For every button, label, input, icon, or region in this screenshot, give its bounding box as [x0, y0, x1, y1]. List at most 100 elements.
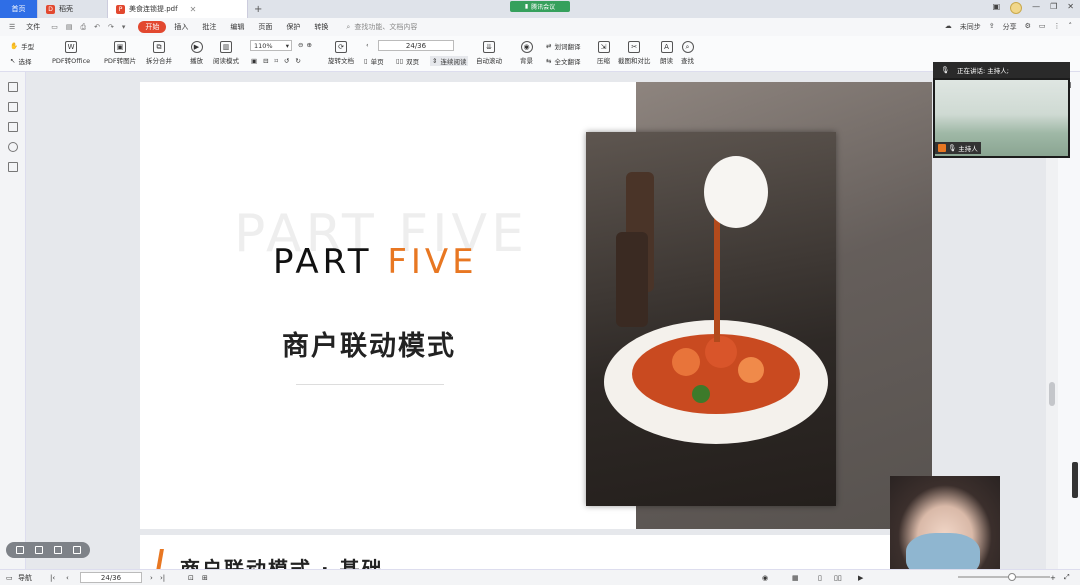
play-button[interactable]: ▶ 播放: [190, 41, 203, 65]
word-translate-button[interactable]: ⇄ 划词翻译: [546, 41, 580, 51]
open-icon[interactable]: ▭: [48, 23, 61, 31]
pdf-to-office-button[interactable]: W PDF转Office: [52, 41, 90, 65]
unsynced-button[interactable]: 未同步: [960, 22, 981, 32]
page-number-input[interactable]: 24/36: [378, 40, 454, 51]
menu-protect[interactable]: 保护: [280, 21, 306, 33]
zoom-slider[interactable]: [958, 573, 1050, 581]
more-menu-icon[interactable]: ⋮: [1054, 22, 1061, 32]
menu-file[interactable]: 文件: [20, 21, 46, 33]
play-mode-icon[interactable]: ▶: [858, 574, 863, 582]
tab-home[interactable]: 首页: [0, 0, 38, 18]
tab-document[interactable]: P 美食连锁提.pdf ✕: [108, 0, 248, 18]
float-print-icon[interactable]: [53, 546, 62, 554]
undo-icon[interactable]: ↶: [91, 23, 103, 31]
float-grid-icon[interactable]: [15, 546, 24, 554]
function-search-input[interactable]: 查找功能、文档内容: [354, 22, 417, 32]
screenshot-compare-button[interactable]: ✂ 截图和对比: [618, 41, 651, 65]
scrollbar-thumb[interactable]: [1049, 382, 1055, 406]
save-icon[interactable]: ▤: [63, 23, 76, 31]
read-aloud-icon: A: [660, 41, 673, 53]
rotate-right-icon[interactable]: ↻: [295, 57, 300, 65]
hand-tool-button[interactable]: ✋ 手型: [10, 41, 34, 51]
part-heading: PART FIVE: [273, 242, 478, 282]
eye-mode-icon[interactable]: ◉: [762, 574, 768, 582]
settings-icon[interactable]: ⚙: [1025, 22, 1031, 32]
auto-scroll-button[interactable]: ⇊ 自动滚动: [476, 41, 502, 65]
host-name: 主持人: [958, 145, 978, 153]
split-merge-label: 拆分合并: [146, 57, 172, 65]
hamburger-icon[interactable]: ☰: [6, 23, 18, 31]
double-page-button[interactable]: ▯▯ 双页: [396, 56, 419, 66]
single-page-button[interactable]: ▯ 单页: [364, 56, 384, 66]
meeting-signal-icon: ▮: [524, 3, 529, 10]
full-translate-button[interactable]: ⇆ 全文翻译: [546, 56, 580, 66]
auto-scroll-label: 自动滚动: [476, 57, 502, 65]
signature-panel-icon[interactable]: [8, 162, 18, 172]
last-page-icon[interactable]: ›|: [160, 574, 165, 582]
fit-page-icon[interactable]: ▣: [251, 57, 257, 65]
close-window-icon[interactable]: ✕: [1067, 2, 1074, 14]
close-tab-icon[interactable]: ✕: [190, 5, 197, 14]
nav-button[interactable]: 导航: [18, 573, 32, 583]
fit-width-icon[interactable]: ⊟: [263, 57, 268, 65]
find-icon: ⌕: [681, 41, 694, 53]
background-button[interactable]: ◉ 背景: [520, 41, 533, 65]
add-page-icon[interactable]: ⊞: [202, 574, 208, 582]
tab-docer[interactable]: D 稻壳: [38, 0, 108, 18]
find-button[interactable]: ⌕ 查找: [681, 41, 694, 65]
meeting-indicator[interactable]: ▮ 腾讯会议: [510, 1, 570, 12]
pdf-to-image-button[interactable]: ▣ PDF转图片: [104, 41, 136, 65]
more-icon[interactable]: ▾: [119, 23, 129, 31]
single-view-icon[interactable]: ▯: [818, 574, 822, 582]
menu-edit[interactable]: 编辑: [224, 21, 250, 33]
nav-icon[interactable]: ▭: [6, 574, 13, 582]
minimize-icon[interactable]: —: [1032, 2, 1040, 14]
status-next-icon[interactable]: ›: [150, 574, 153, 582]
new-tab-icon[interactable]: +: [248, 4, 268, 15]
thumbnail-panel-icon[interactable]: [8, 102, 18, 112]
restore-icon[interactable]: ❐: [1050, 2, 1057, 14]
float-image-icon[interactable]: [34, 546, 43, 554]
host-video-window[interactable]: 🎙 主持人: [933, 78, 1070, 158]
menu-annotate[interactable]: 批注: [196, 21, 222, 33]
zoom-slider-knob[interactable]: [1008, 573, 1016, 581]
fullscreen-expand-icon[interactable]: ⤢: [1064, 573, 1070, 582]
bookmark-panel-icon[interactable]: [8, 82, 18, 92]
compress-button[interactable]: ⇲ 压缩: [597, 41, 610, 65]
first-page-icon[interactable]: |‹: [50, 574, 55, 582]
select-tool-button[interactable]: ↖ 选择: [10, 56, 31, 66]
user-avatar[interactable]: [1010, 2, 1023, 14]
attachment-panel-icon[interactable]: [8, 142, 18, 152]
share-button[interactable]: 分享: [1003, 22, 1017, 32]
prev-page-icon[interactable]: ‹: [366, 41, 369, 49]
float-menu-icon[interactable]: [72, 546, 81, 554]
menu-page[interactable]: 页面: [252, 21, 278, 33]
fit-icon[interactable]: ⊡: [188, 574, 194, 582]
read-aloud-button[interactable]: A 朗读: [660, 41, 673, 65]
double-view-icon[interactable]: ▯▯: [834, 574, 842, 582]
rotate-doc-button[interactable]: ⟳ 旋转文档: [328, 41, 354, 65]
continuous-read-button[interactable]: ⇕ 连续阅读: [430, 56, 469, 66]
comment-panel-icon[interactable]: [8, 122, 18, 132]
menu-start[interactable]: 开始: [138, 21, 167, 33]
status-page-input[interactable]: 24/36: [80, 572, 142, 583]
zoom-in-icon[interactable]: ⊕: [306, 41, 311, 49]
redo-icon[interactable]: ↷: [105, 23, 117, 31]
rotate-left-icon[interactable]: ↺: [284, 57, 289, 65]
layout-icon[interactable]: ▣: [993, 2, 1001, 14]
status-prev-icon[interactable]: ‹: [66, 574, 69, 582]
zoom-plus-icon[interactable]: +: [1050, 574, 1056, 582]
fullscreen-icon[interactable]: ▦: [792, 574, 799, 582]
zoom-value: 110%: [254, 41, 273, 50]
split-merge-button[interactable]: ⧉ 拆分合并: [146, 41, 172, 65]
zoom-out-icon[interactable]: ⊖: [298, 41, 303, 49]
right-panel-handle[interactable]: [1072, 462, 1078, 498]
comment-icon[interactable]: ▭: [1039, 22, 1046, 32]
print-icon[interactable]: ⎙: [78, 23, 90, 32]
zoom-select[interactable]: 110% ▾: [250, 40, 292, 51]
read-mode-button[interactable]: ▥ 阅读模式: [213, 41, 239, 65]
menu-convert[interactable]: 转换: [308, 21, 334, 33]
collapse-icon[interactable]: ˄: [1069, 22, 1073, 32]
menu-insert[interactable]: 插入: [168, 21, 194, 33]
bookmark-icon[interactable]: ⌑: [275, 57, 278, 65]
